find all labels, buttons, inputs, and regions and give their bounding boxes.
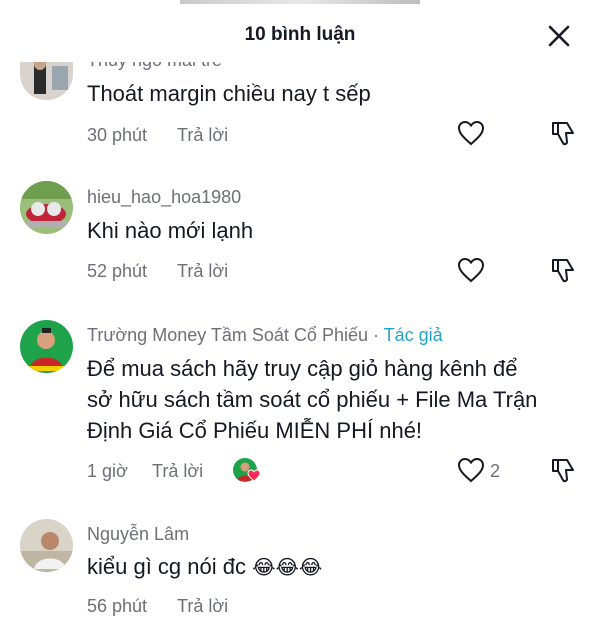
comment-meta: 56 phút: [87, 596, 147, 617]
avatar[interactable]: [20, 320, 73, 373]
comment-text-body: kiểu gì cg nói đc: [87, 554, 246, 579]
heart-icon[interactable]: [457, 120, 485, 146]
sheet-header: 10 bình luận: [0, 4, 600, 62]
reply-button[interactable]: Trả lời: [152, 461, 203, 482]
comment-meta: 52 phút: [87, 261, 147, 282]
comment-text-line: sở hữu sách tầm soát cổ phiếu + File Ma …: [87, 387, 538, 412]
reply-button[interactable]: Trả lời: [177, 596, 228, 617]
author-name[interactable]: Trường Money Tầm Soát Cổ Phiếu: [87, 325, 368, 345]
heart-icon[interactable]: [457, 257, 485, 283]
reply-button[interactable]: Trả lời: [177, 261, 228, 282]
comment-text: Khi nào mới lạnh: [87, 218, 254, 243]
comment-username[interactable]: Trường Money Tầm Soát Cổ Phiếu · Tác giả: [87, 325, 443, 346]
comment-time: 30 phút: [87, 125, 148, 145]
author-separator: ·: [367, 325, 384, 345]
comment-username[interactable]: hieu_hao_hoa1980: [87, 187, 241, 208]
close-icon[interactable]: [545, 22, 573, 50]
laughing-emoji-group: 😂😂😂: [252, 557, 323, 579]
dislike-icon[interactable]: [549, 256, 577, 284]
comments-sheet: Thuy ngo mai tre Thoát margin chiều nay …: [0, 4, 600, 616]
like-count: 2: [490, 461, 501, 481]
comment-text: kiểu gì cg nói đc 😂😂😂: [87, 551, 587, 584]
comment-text: Để mua sách hãy truy cập giỏ hàng kênh đ…: [87, 353, 587, 446]
comment-username[interactable]: Nguyễn Lâm: [87, 524, 189, 545]
reply-button[interactable]: Trả lời: [177, 125, 228, 146]
avatar[interactable]: [20, 519, 73, 572]
comment-text: Thoát margin chiều nay t sếp: [87, 81, 371, 106]
comment-time: 52 phút: [87, 261, 148, 281]
heart-icon[interactable]: [457, 457, 485, 483]
author-badge: Tác giả: [383, 325, 443, 345]
comments-count-title: 10 bình luận: [244, 24, 356, 45]
creator-heart-icon: [247, 469, 261, 482]
avatar[interactable]: [20, 56, 73, 100]
comment-meta: 30 phút: [87, 125, 147, 146]
comment-time: 1 giờ: [87, 461, 128, 481]
dislike-icon[interactable]: [549, 456, 577, 484]
comment-time: 56 phút: [87, 596, 148, 616]
dislike-icon[interactable]: [549, 119, 577, 147]
comment-text-line: Để mua sách hãy truy cập giỏ hàng kênh đ…: [87, 356, 518, 381]
avatar[interactable]: [20, 181, 73, 234]
comment-meta: 1 giờ: [87, 461, 128, 482]
comment-text-line: Định Giá Cổ Phiếu MIỄN PHÍ nhé!: [87, 418, 423, 443]
